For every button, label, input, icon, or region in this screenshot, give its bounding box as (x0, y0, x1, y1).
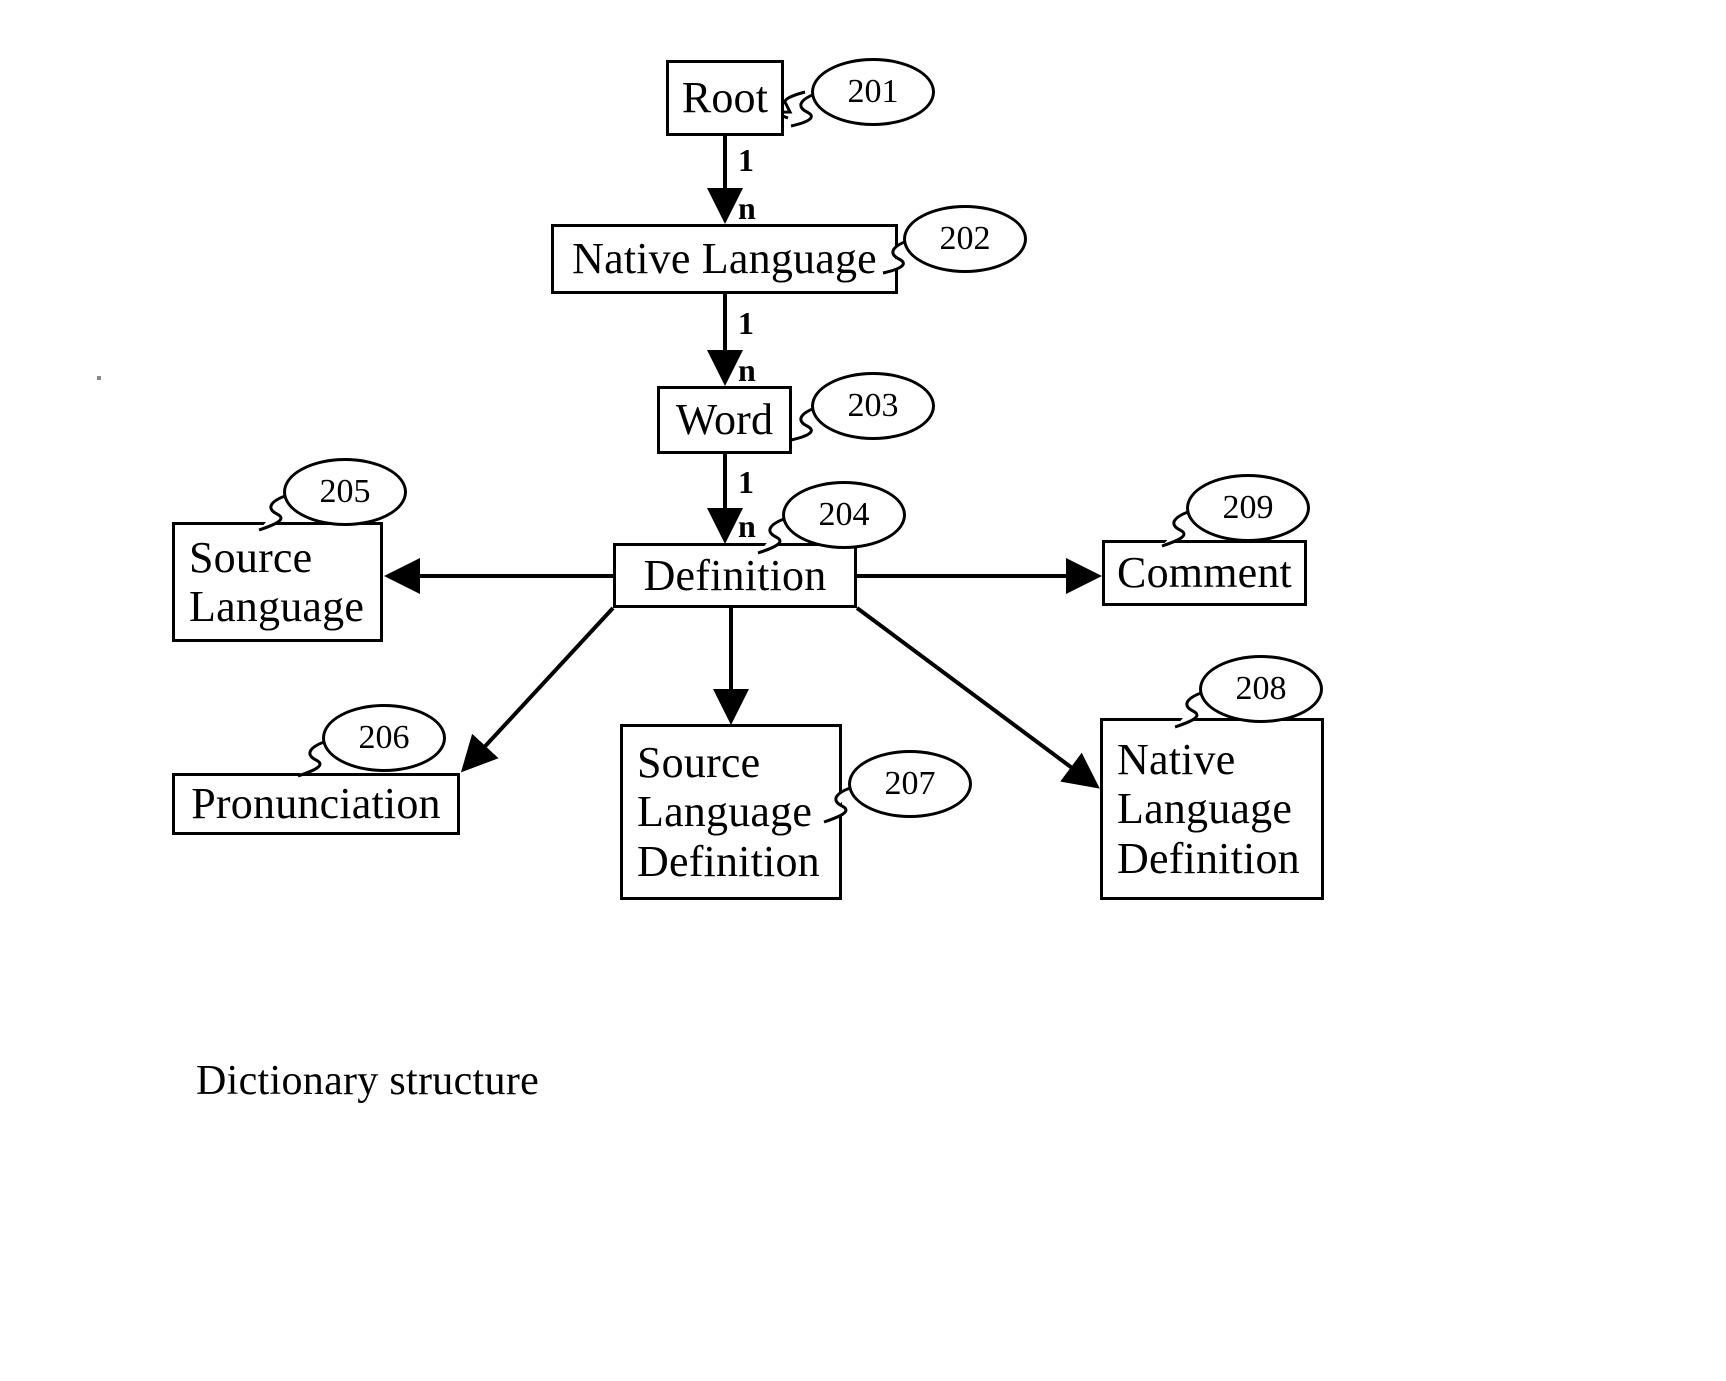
edge-definition-to-native-language-definition (855, 606, 1100, 789)
edge-label-word-one: 1 (738, 464, 754, 500)
callout-207-bubble: 207 (848, 750, 972, 818)
edge-label-native-one: 1 (738, 305, 754, 341)
callout-tail-201-shape (790, 90, 822, 128)
callout-tail-202-shape (882, 237, 914, 275)
node-source-language-definition-line3: Definition (637, 836, 820, 886)
node-source-language[interactable]: Source Language (172, 522, 383, 642)
callout-203-text: 203 (847, 387, 899, 424)
node-native-language-definition-line3: Definition (1117, 833, 1300, 883)
figure-caption: Dictionary structure (196, 1058, 540, 1104)
node-native-language-definition[interactable]: Native Language Definition (1100, 718, 1324, 900)
node-definition[interactable]: Definition (613, 543, 857, 608)
callout-205-bubble: 205 (283, 458, 407, 526)
callout-206-text: 206 (358, 719, 410, 756)
callout-201-bubble: 201 (811, 58, 935, 126)
callout-208-text: 208 (1235, 670, 1287, 707)
node-native-language[interactable]: Native Language (551, 224, 898, 294)
callout-207-text: 207 (884, 765, 936, 802)
node-definition-label: Definition (643, 550, 827, 600)
edge-definition-to-pronunciation (460, 606, 615, 773)
node-pronunciation[interactable]: Pronunciation (172, 773, 460, 835)
node-comment-label: Comment (1117, 548, 1292, 598)
callout-205-text: 205 (319, 473, 371, 510)
node-source-language-line2: Language (189, 582, 365, 631)
callout-201-text: 201 (847, 73, 899, 110)
node-word-label: Word (675, 395, 774, 445)
callout-tail-207-shape (823, 784, 857, 824)
node-native-language-label: Native Language (572, 234, 877, 284)
callout-tail-203-shape (790, 404, 822, 442)
callout-206-bubble: 206 (322, 704, 446, 772)
edge-label-word-many: n (738, 508, 756, 544)
callout-204-text: 204 (818, 496, 870, 533)
node-word[interactable]: Word (657, 386, 792, 454)
callout-202-bubble: 202 (903, 205, 1027, 273)
node-native-language-definition-line2: Language (1117, 784, 1293, 834)
scan-artifact-speck (97, 376, 101, 380)
edge-label-root-one: 1 (738, 142, 754, 178)
callout-204-bubble: 204 (782, 481, 906, 549)
node-source-language-line1: Source (189, 532, 313, 582)
patent-figure-dictionary-structure: Root Native Language Word Definition Sou… (0, 0, 1726, 1381)
callout-202-text: 202 (939, 220, 991, 257)
callout-203-bubble: 203 (811, 372, 935, 440)
node-source-language-definition[interactable]: Source Language Definition (620, 724, 842, 900)
edge-label-native-many: n (738, 352, 756, 388)
node-pronunciation-label: Pronunciation (191, 779, 441, 829)
node-source-language-definition-line2: Language (637, 787, 813, 837)
callout-208-bubble: 208 (1199, 655, 1323, 723)
connector-lines (384, 90, 1102, 789)
node-root[interactable]: Root (666, 60, 784, 136)
callout-209-text: 209 (1222, 489, 1274, 526)
edge-label-root-many: n (738, 190, 756, 226)
node-native-language-definition-line1: Native (1117, 735, 1236, 785)
node-source-language-definition-line1: Source (637, 738, 761, 788)
callout-209-bubble: 209 (1186, 474, 1310, 542)
node-comment[interactable]: Comment (1102, 540, 1307, 606)
node-root-label: Root (681, 73, 769, 123)
